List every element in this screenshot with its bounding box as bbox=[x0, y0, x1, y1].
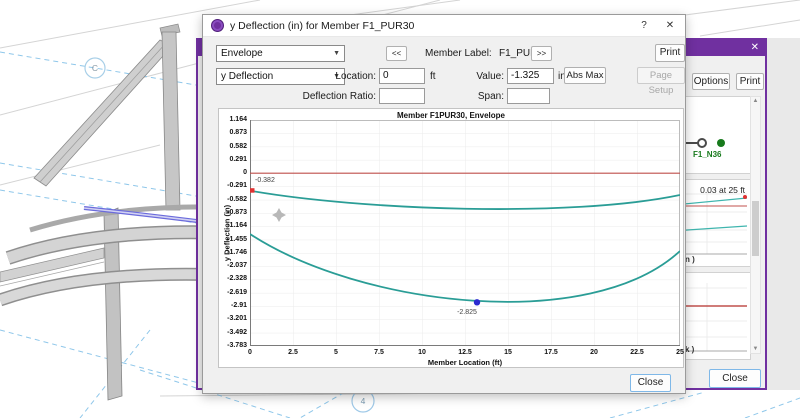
tick-label: 22.5 bbox=[627, 349, 647, 356]
tick-label: -1.746 bbox=[227, 249, 247, 257]
tick-label: 17.5 bbox=[541, 349, 561, 356]
deflection-ratio-input[interactable] bbox=[379, 88, 425, 104]
x-axis-title: Member Location (ft) bbox=[250, 358, 680, 367]
grid-bubble-c: C bbox=[85, 58, 105, 78]
node-circle-icon bbox=[697, 138, 707, 148]
application-stage: C 4 ✕ Options Print F1_N36 bbox=[0, 0, 800, 418]
deflection-chart-panel: Member F1PUR30, Envelope y Deflection (i… bbox=[218, 108, 684, 368]
tick-label: 12.5 bbox=[455, 349, 475, 356]
dialog-titlebar[interactable]: y Deflection (in) for Member F1_PUR30 ? … bbox=[203, 15, 685, 37]
tick-label: -1.164 bbox=[227, 222, 247, 230]
scroll-up-icon[interactable]: ▲ bbox=[751, 98, 760, 104]
abs-max-button[interactable]: Abs Max bbox=[564, 67, 606, 84]
prev-member-button[interactable]: << bbox=[386, 46, 407, 61]
chevron-down-icon: ▼ bbox=[333, 46, 340, 61]
plot-type-value: y Deflection bbox=[221, 71, 273, 82]
svg-text:4: 4 bbox=[361, 396, 366, 406]
tick-label: 2.5 bbox=[283, 349, 303, 356]
location-caption: Location: bbox=[313, 71, 376, 82]
window-scrollbar[interactable]: ▲ ▼ bbox=[750, 96, 761, 354]
tick-label: -3.201 bbox=[227, 315, 247, 323]
member-label-caption: Member Label: bbox=[425, 48, 492, 59]
next-member-button[interactable]: >> bbox=[531, 46, 552, 61]
dialog-title: y Deflection (in) for Member F1_PUR30 bbox=[230, 20, 414, 32]
tick-label: 0.873 bbox=[229, 129, 247, 137]
tick-label: 20 bbox=[584, 349, 604, 356]
app-icon bbox=[211, 19, 224, 32]
y-axis-ticks: 1.164 0.873 0.582 0.291 0 -0.291 -0.582 -0.873 -… bbox=[219, 116, 247, 350]
help-icon[interactable]: ? bbox=[635, 18, 653, 34]
deflection-dialog: y Deflection (in) for Member F1_PUR30 ? … bbox=[202, 14, 686, 394]
app-background-strip bbox=[767, 38, 800, 390]
page-setup-button[interactable]: Page Setup bbox=[637, 67, 685, 84]
span-input[interactable] bbox=[507, 88, 550, 104]
tick-label: -0.873 bbox=[227, 209, 247, 217]
tick-label: 0 bbox=[243, 169, 247, 177]
span-caption: Span: bbox=[469, 91, 504, 102]
svg-text:C: C bbox=[92, 63, 98, 73]
scroll-down-icon[interactable]: ▼ bbox=[751, 346, 760, 352]
location-input[interactable]: 0 bbox=[379, 68, 425, 84]
tick-label: 5 bbox=[326, 349, 346, 356]
tick-label: 15 bbox=[498, 349, 518, 356]
value-input[interactable]: -1.325 bbox=[507, 68, 554, 84]
tick-label: -2.91 bbox=[231, 302, 247, 310]
tick-label: 1.164 bbox=[229, 116, 247, 124]
tick-label: 0.291 bbox=[229, 156, 247, 164]
tick-label: 7.5 bbox=[369, 349, 389, 356]
tick-label: -1.455 bbox=[227, 236, 247, 244]
chart-title: Member F1PUR30, Envelope bbox=[219, 111, 683, 120]
dialog-close-button[interactable]: Close bbox=[630, 374, 671, 392]
deflection-ratio-caption: Deflection Ratio: bbox=[283, 91, 376, 102]
tick-label: -0.291 bbox=[227, 182, 247, 190]
tick-label: -3.492 bbox=[227, 329, 247, 337]
x-axis-ticks: 0 2.5 5 7.5 10 12.5 15 17.5 20 22.5 25 bbox=[240, 349, 690, 356]
window-close-button[interactable]: Close bbox=[709, 369, 761, 388]
close-icon[interactable]: ✕ bbox=[751, 41, 759, 55]
result-set-combobox[interactable]: Envelope ▼ bbox=[216, 45, 345, 62]
min-value-marker[interactable] bbox=[474, 299, 480, 305]
node-dot-icon bbox=[717, 139, 725, 147]
tick-label: 0.582 bbox=[229, 143, 247, 151]
tick-label: 0 bbox=[240, 349, 260, 356]
close-icon[interactable]: ✕ bbox=[661, 18, 679, 34]
tick-label: -2.037 bbox=[227, 262, 247, 270]
print-button-window[interactable]: Print bbox=[736, 73, 764, 90]
print-button[interactable]: Print bbox=[655, 44, 685, 62]
tick-label: -0.582 bbox=[227, 196, 247, 204]
scrollbar-thumb[interactable] bbox=[752, 201, 759, 256]
node-label: F1_N36 bbox=[693, 150, 721, 159]
tick-label: 25 bbox=[670, 349, 690, 356]
tick-label: -2.328 bbox=[227, 275, 247, 283]
result-set-value: Envelope bbox=[221, 48, 263, 59]
clipped-axis-label-1: n ) bbox=[685, 255, 695, 264]
annotation-start-value: -0.382 bbox=[255, 177, 275, 184]
tick-label: -2.619 bbox=[227, 289, 247, 297]
tick-label: 10 bbox=[412, 349, 432, 356]
options-button[interactable]: Options bbox=[692, 73, 730, 90]
start-value-marker bbox=[250, 188, 255, 193]
annotation-min-value: -2.825 bbox=[447, 309, 487, 316]
location-unit: ft bbox=[430, 71, 436, 82]
value-caption: Value: bbox=[461, 71, 504, 82]
